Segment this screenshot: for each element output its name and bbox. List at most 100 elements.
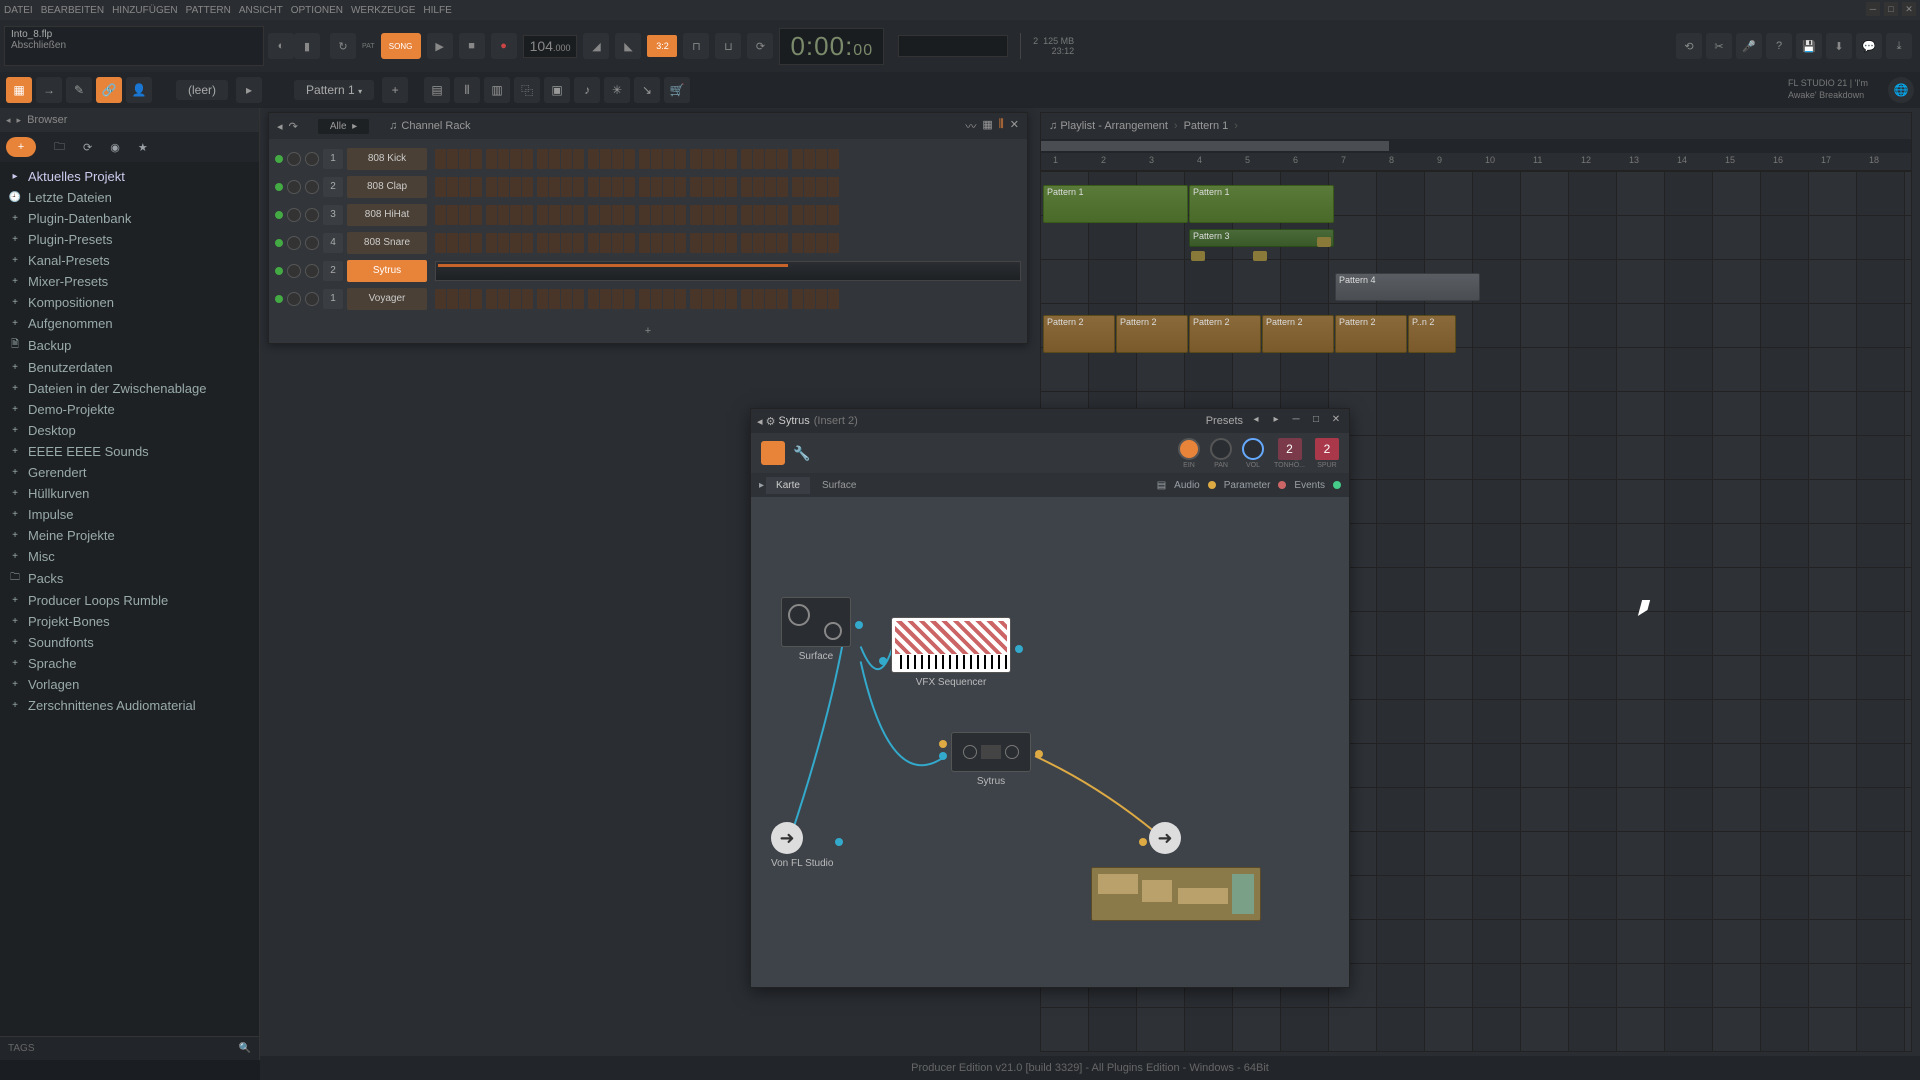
- browser-item[interactable]: ▸Aktuelles Projekt: [0, 166, 259, 187]
- menu-bearbeiten[interactable]: BEARBEITEN: [41, 5, 104, 16]
- step[interactable]: [792, 149, 803, 169]
- step[interactable]: [537, 205, 548, 225]
- step[interactable]: [573, 149, 584, 169]
- step[interactable]: [765, 289, 776, 309]
- step[interactable]: [651, 205, 662, 225]
- browser-item[interactable]: +Soundfonts: [0, 632, 259, 653]
- plugin-gear-icon[interactable]: ⚙: [766, 415, 776, 428]
- browser-item[interactable]: +Kanal-Presets: [0, 250, 259, 271]
- globe-icon[interactable]: 🌐: [1888, 77, 1914, 103]
- step[interactable]: [459, 289, 470, 309]
- channel-vol-knob[interactable]: [305, 292, 319, 306]
- channel-mixer-track[interactable]: 2: [323, 177, 343, 197]
- channel-mixer-track[interactable]: 2: [323, 261, 343, 281]
- browser-item[interactable]: 🕘Letzte Dateien: [0, 187, 259, 208]
- step[interactable]: [765, 233, 776, 253]
- step[interactable]: [651, 289, 662, 309]
- step[interactable]: [447, 289, 458, 309]
- pitch-display[interactable]: 2: [1278, 438, 1302, 460]
- playlist-clip[interactable]: [1253, 251, 1267, 261]
- step[interactable]: [561, 205, 572, 225]
- channel-vol-knob[interactable]: [305, 264, 319, 278]
- window-close[interactable]: ✕: [1902, 2, 1916, 16]
- browser-item[interactable]: +Misc: [0, 546, 259, 567]
- playlist-clip[interactable]: Pattern 2: [1116, 315, 1188, 353]
- port-in[interactable]: [1139, 838, 1147, 846]
- stop-button[interactable]: ■: [459, 33, 485, 59]
- step[interactable]: [549, 205, 560, 225]
- step-sequencer[interactable]: [435, 205, 842, 225]
- step[interactable]: [447, 205, 458, 225]
- step[interactable]: [663, 233, 674, 253]
- midi-icon[interactable]: ▮: [294, 33, 320, 59]
- step[interactable]: [435, 233, 446, 253]
- channel-led[interactable]: [275, 211, 283, 219]
- from-fl-studio-node[interactable]: ➜ Von FL Studio: [771, 822, 833, 869]
- browser-item[interactable]: +Aufgenommen: [0, 313, 259, 334]
- step[interactable]: [471, 233, 482, 253]
- track-display[interactable]: 2: [1315, 438, 1339, 460]
- step[interactable]: [486, 149, 497, 169]
- browser-item[interactable]: +Producer Loops Rumble: [0, 590, 259, 611]
- channel-mixer-track[interactable]: 4: [323, 233, 343, 253]
- sytrus-node[interactable]: Sytrus: [951, 732, 1031, 787]
- step[interactable]: [600, 177, 611, 197]
- step[interactable]: [675, 177, 686, 197]
- step[interactable]: [471, 289, 482, 309]
- channel-add-button[interactable]: +: [269, 319, 1027, 343]
- step-sequencer[interactable]: [435, 177, 842, 197]
- view-channel-icon[interactable]: ▥: [484, 77, 510, 103]
- browser-item[interactable]: +Hüllkurven: [0, 483, 259, 504]
- step[interactable]: [753, 177, 764, 197]
- next-icon[interactable]: ▸: [236, 77, 262, 103]
- step-icon[interactable]: ⊔: [715, 33, 741, 59]
- view-playlist-icon[interactable]: ▤: [424, 77, 450, 103]
- step[interactable]: [828, 233, 839, 253]
- channel-name-button[interactable]: Voyager: [347, 288, 427, 310]
- view-piano-icon[interactable]: ⿻: [514, 77, 540, 103]
- playlist-clip[interactable]: [1317, 237, 1331, 247]
- port-in[interactable]: [879, 657, 887, 665]
- patcher-canvas[interactable]: Surface VFX Sequencer: [751, 497, 1349, 987]
- step[interactable]: [447, 149, 458, 169]
- channel-mixer-track[interactable]: 1: [323, 149, 343, 169]
- step[interactable]: [816, 177, 827, 197]
- clone-icon[interactable]: 👤: [126, 77, 152, 103]
- cr-steps-icon[interactable]: ⫼: [999, 118, 1004, 134]
- step[interactable]: [537, 233, 548, 253]
- browser-item[interactable]: +Desktop: [0, 420, 259, 441]
- close-all-icon[interactable]: ↘: [634, 77, 660, 103]
- step[interactable]: [777, 205, 788, 225]
- step[interactable]: [435, 177, 446, 197]
- step[interactable]: [765, 149, 776, 169]
- playlist-clip[interactable]: Pattern 2: [1262, 315, 1334, 353]
- to-fl-studio-node[interactable]: ➜: [1149, 822, 1181, 854]
- help-icon[interactable]: ?: [1766, 33, 1792, 59]
- step[interactable]: [639, 205, 650, 225]
- step-sequencer[interactable]: [435, 233, 842, 253]
- playlist-clip[interactable]: Pattern 3: [1189, 229, 1334, 247]
- cr-graph-icon[interactable]: 〰: [965, 118, 976, 134]
- step[interactable]: [663, 289, 674, 309]
- browser-item[interactable]: +Meine Projekte: [0, 525, 259, 546]
- step[interactable]: [714, 177, 725, 197]
- playlist-minimap[interactable]: [1041, 139, 1911, 153]
- channel-name-button[interactable]: 808 Clap: [347, 176, 427, 198]
- step[interactable]: [612, 177, 623, 197]
- undo-history-icon[interactable]: ⟲: [1676, 33, 1702, 59]
- step[interactable]: [471, 149, 482, 169]
- step[interactable]: [498, 289, 509, 309]
- port-out[interactable]: [835, 838, 843, 846]
- step[interactable]: [612, 289, 623, 309]
- view-mixer-icon[interactable]: ⫴: [454, 77, 480, 103]
- countdown-icon[interactable]: ◣: [615, 33, 641, 59]
- step[interactable]: [471, 177, 482, 197]
- plugin-max-icon[interactable]: □: [1309, 414, 1323, 428]
- wrench-icon[interactable]: 🔧: [793, 445, 810, 462]
- menu-pattern[interactable]: PATTERN: [186, 5, 231, 16]
- tab-surface[interactable]: Surface: [812, 477, 866, 494]
- step[interactable]: [777, 233, 788, 253]
- channel-mixer-track[interactable]: 1: [323, 289, 343, 309]
- step[interactable]: [804, 177, 815, 197]
- step[interactable]: [816, 205, 827, 225]
